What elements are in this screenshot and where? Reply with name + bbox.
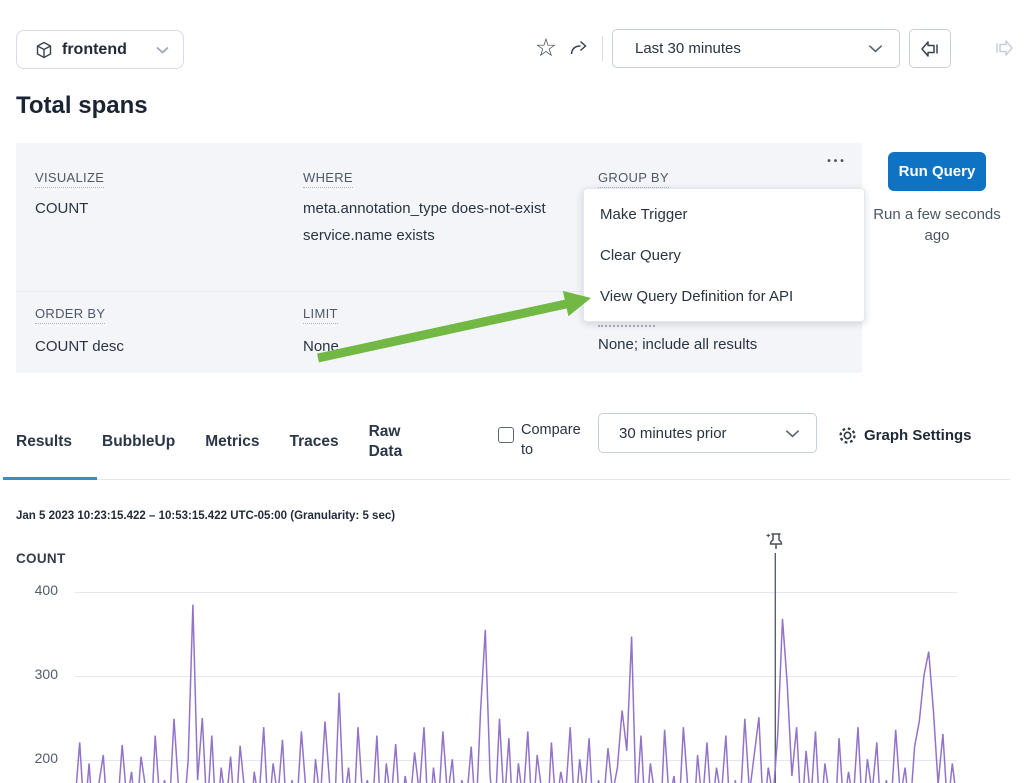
chart-canvas — [0, 530, 1024, 783]
pin-icon[interactable] — [764, 530, 786, 554]
where-values[interactable]: meta.annotation_type does-not-exist serv… — [303, 198, 546, 252]
dataset-selector[interactable]: frontend — [16, 30, 184, 69]
chevron-down-icon — [156, 46, 169, 54]
tab-bar-divider — [10, 479, 1010, 480]
visualize-label[interactable]: VISUALIZE — [35, 170, 104, 188]
query-actions-menu: Make Trigger Clear Query View Query Defi… — [583, 188, 865, 322]
order-by-value[interactable]: COUNT desc — [35, 336, 124, 357]
dataset-name: frontend — [62, 41, 148, 59]
visualize-value[interactable]: COUNT — [35, 198, 88, 219]
more-options-button[interactable]: ••• — [822, 150, 852, 172]
compare-range-select[interactable]: 30 minutes prior — [598, 413, 817, 453]
where-clause[interactable]: service.name exists — [303, 225, 546, 246]
dataset-cube-icon — [34, 40, 54, 60]
active-tab-underline — [3, 477, 97, 480]
chart-series-line — [75, 605, 957, 783]
compare-range-value: 30 minutes prior — [619, 425, 785, 442]
tab-results[interactable]: Results — [16, 432, 72, 452]
graph-settings-button[interactable]: Graph Settings — [864, 427, 972, 444]
page-title: Total spans — [16, 92, 148, 120]
where-label[interactable]: WHERE — [303, 170, 353, 188]
back-arrow-icon — [919, 40, 941, 58]
compare-checkbox[interactable] — [498, 427, 514, 443]
tab-bubbleup[interactable]: BubbleUp — [102, 432, 175, 452]
history-back-button[interactable] — [909, 29, 951, 68]
having-value[interactable]: None; include all results — [598, 334, 757, 355]
forward-arrow-icon — [993, 39, 1015, 57]
tab-traces[interactable]: Traces — [289, 432, 338, 452]
topbar-divider — [602, 36, 603, 61]
menu-item-make-trigger[interactable]: Make Trigger — [584, 194, 864, 235]
star-icon: ☆ — [535, 36, 557, 61]
favorite-star-button[interactable]: ☆ — [533, 34, 559, 62]
gear-icon — [838, 426, 857, 445]
compare-label[interactable]: Compare to — [521, 420, 587, 460]
chart-plot[interactable]: 400300200 — [0, 530, 1024, 783]
order-by-label[interactable]: ORDER BY — [35, 306, 105, 324]
chevron-down-icon — [868, 44, 883, 53]
menu-item-clear-query[interactable]: Clear Query — [584, 235, 864, 276]
chart-time-range-title: Jan 5 2023 10:23:15.422 – 10:53:15.422 U… — [16, 510, 395, 522]
limit-value[interactable]: None — [303, 336, 339, 357]
results-tab-bar: Results BubbleUp Metrics Traces Raw Data — [16, 419, 413, 465]
tab-metrics[interactable]: Metrics — [205, 432, 259, 452]
menu-item-view-query-definition[interactable]: View Query Definition for API — [584, 276, 864, 317]
run-status-text: Run a few seconds ago — [870, 204, 1004, 246]
limit-label[interactable]: LIMIT — [303, 306, 338, 324]
app-root: frontend ☆ Last 30 minutes Total spans V… — [0, 0, 1024, 783]
ellipsis-icon: ••• — [827, 156, 847, 167]
share-arrow-icon — [569, 39, 589, 57]
where-clause[interactable]: meta.annotation_type does-not-exist — [303, 198, 546, 219]
run-query-button[interactable]: Run Query — [888, 152, 986, 191]
group-by-label[interactable]: GROUP BY — [598, 170, 669, 188]
share-button[interactable] — [568, 38, 590, 58]
tab-raw-data[interactable]: Raw Data — [369, 422, 413, 462]
time-range-select[interactable]: Last 30 minutes — [612, 29, 900, 68]
chevron-down-icon — [785, 429, 800, 438]
time-range-value: Last 30 minutes — [635, 40, 868, 57]
history-forward-button[interactable] — [992, 38, 1016, 58]
